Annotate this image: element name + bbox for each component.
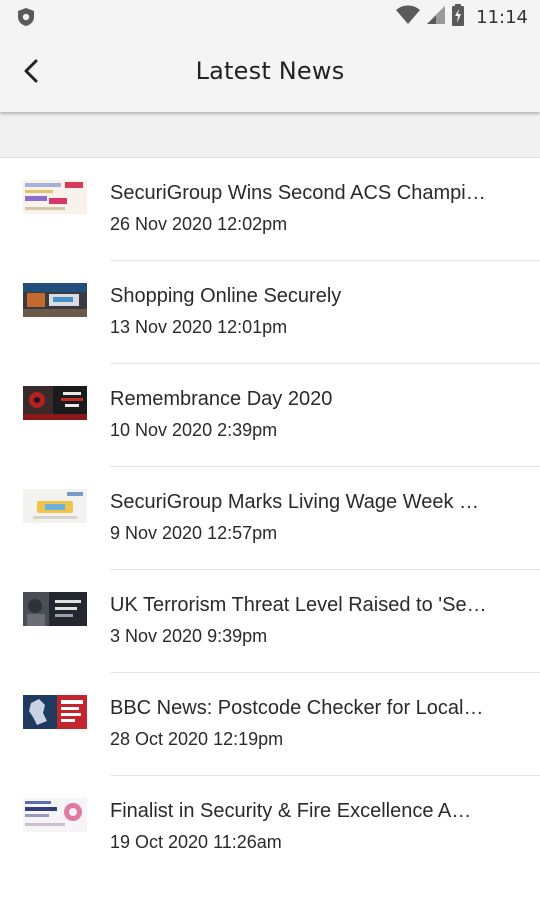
news-title: Finalist in Security & Fire Excellence A… xyxy=(110,800,472,822)
app-bar: Latest News xyxy=(0,34,540,112)
news-thumbnail xyxy=(23,798,87,832)
news-title: BBC News: Postcode Checker for Local… xyxy=(110,697,484,719)
news-date: 13 Nov 2020 12:01pm xyxy=(110,317,288,337)
status-bar: 11:14 xyxy=(0,0,540,34)
news-item[interactable]: BBC News: Postcode Checker for Local… 28… xyxy=(0,673,540,776)
news-thumbnail xyxy=(23,283,87,317)
news-title: UK Terrorism Threat Level Raised to 'Se… xyxy=(110,594,487,616)
news-date: 9 Nov 2020 12:57pm xyxy=(110,523,278,543)
news-item[interactable]: Finalist in Security & Fire Excellence A… xyxy=(0,776,540,879)
news-title: SecuriGroup Wins Second ACS Champi… xyxy=(110,182,486,204)
news-date: 19 Oct 2020 11:26am xyxy=(110,832,282,852)
header-spacer xyxy=(0,112,540,158)
shield-icon xyxy=(16,7,36,27)
news-item[interactable]: SecuriGroup Wins Second ACS Champi… 26 N… xyxy=(0,158,540,261)
news-thumbnail xyxy=(23,695,87,729)
news-item[interactable]: Remembrance Day 2020 10 Nov 2020 2:39pm xyxy=(0,364,540,467)
signal-icon xyxy=(426,5,446,29)
battery-icon xyxy=(452,4,465,30)
page-title: Latest News xyxy=(195,57,345,85)
news-title: Shopping Online Securely xyxy=(110,285,342,307)
news-title: Remembrance Day 2020 xyxy=(110,388,333,410)
news-item[interactable]: SecuriGroup Marks Living Wage Week … 9 N… xyxy=(0,467,540,570)
news-date: 3 Nov 2020 9:39pm xyxy=(110,626,268,646)
news-thumbnail xyxy=(23,180,87,214)
status-time: 11:14 xyxy=(476,6,528,28)
status-icons: 11:14 xyxy=(396,4,528,30)
wifi-icon xyxy=(396,5,421,29)
news-thumbnail xyxy=(23,592,87,626)
news-date: 28 Oct 2020 12:19pm xyxy=(110,729,284,749)
news-item[interactable]: UK Terrorism Threat Level Raised to 'Se…… xyxy=(0,570,540,673)
news-list: SecuriGroup Wins Second ACS Champi… 26 N… xyxy=(0,158,540,879)
news-thumbnail xyxy=(23,386,87,420)
news-item[interactable]: Shopping Online Securely 13 Nov 2020 12:… xyxy=(0,261,540,364)
news-date: 26 Nov 2020 12:02pm xyxy=(110,214,288,234)
news-title: SecuriGroup Marks Living Wage Week … xyxy=(110,491,480,513)
news-thumbnail xyxy=(23,489,87,523)
news-date: 10 Nov 2020 2:39pm xyxy=(110,420,278,440)
